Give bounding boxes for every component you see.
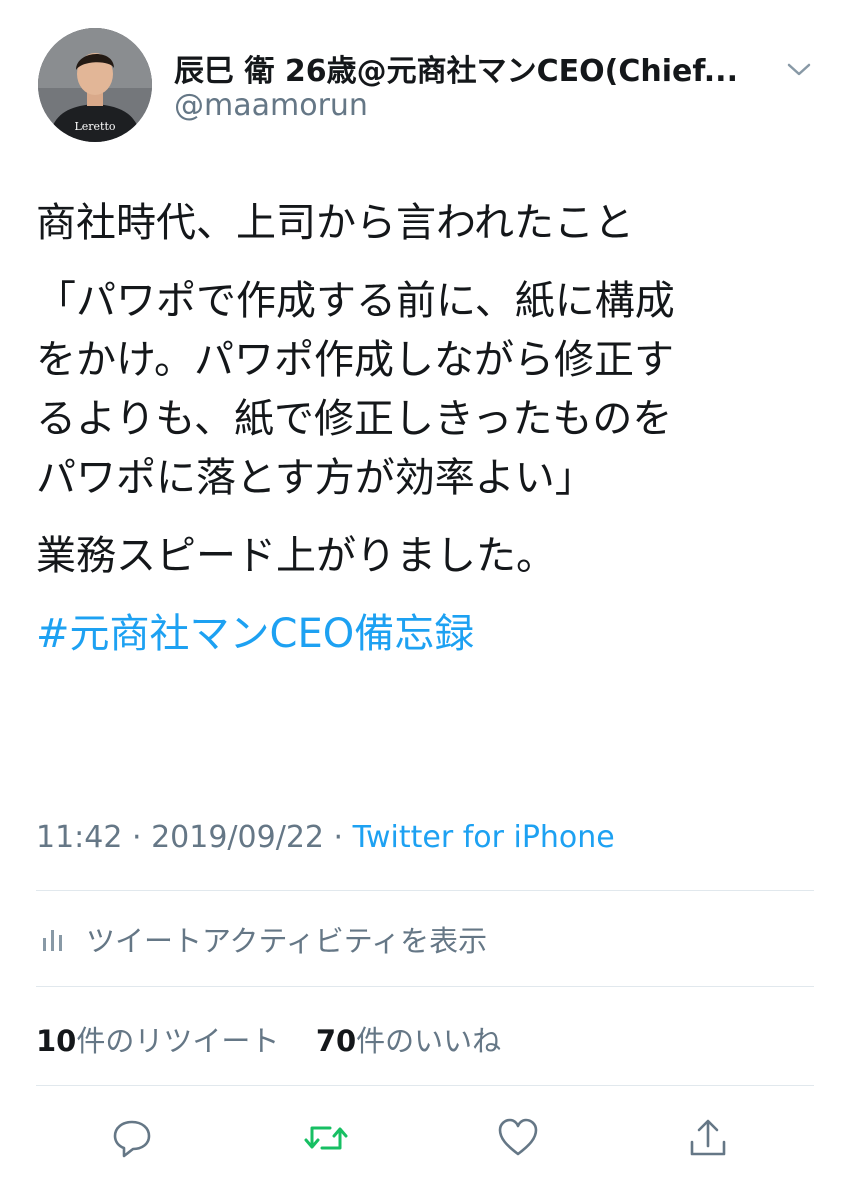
share-icon[interactable] [684,1114,732,1162]
tweet-meta: 11:42 · 2019/09/22 · Twitter for iPhone [36,820,615,855]
meta-separator: · [324,820,353,855]
divider [36,890,814,891]
heart-icon[interactable] [494,1114,542,1162]
retweet-icon[interactable] [302,1114,350,1162]
tweet-detail: Leretto 辰巳 衛 26歳@元商社マンCEO(Chief... @maam… [0,0,844,1200]
divider [36,1085,814,1086]
avatar-shirt-text: Leretto [74,120,115,133]
display-name[interactable]: 辰巳 衛 26歳@元商社マンCEO(Chief... [174,46,738,90]
retweet-count: 10 [36,1024,77,1058]
like-label: 件のいいね [356,1024,502,1058]
tweet-stats: 10件のリツイート 70件のいいね [36,1018,501,1060]
tweet-activity-link[interactable]: ツイートアクティビティを表示 [40,918,487,960]
chevron-down-icon[interactable] [784,60,814,80]
tweet-line: 業務スピード上がりました。 [36,533,556,579]
tweet-date: 2019/09/22 [151,820,324,855]
hashtag-link[interactable]: #元商社マンCEO備忘録 [36,605,816,664]
tweet-text: 商社時代、上司から言われたこと 「パワポで作成する前に、紙に構成 をかけ。パワポ… [36,194,816,664]
tweet-line: をかけ。パワポ作成しながら修正す [36,337,674,383]
retweet-label: 件のリツイート [76,1024,280,1058]
likes-stat[interactable]: 70件のいいね [316,1024,501,1058]
retweets-stat[interactable]: 10件のリツイート [36,1024,279,1058]
action-bar [0,1108,844,1168]
tweet-line: 「パワポで作成する前に、紙に構成 [36,278,675,324]
user-handle[interactable]: @maamorun [174,88,368,123]
reply-icon[interactable] [108,1114,156,1162]
tweet-activity-label: ツイートアクティビティを表示 [86,924,488,958]
meta-separator: · [122,820,152,855]
avatar[interactable]: Leretto [38,28,152,142]
avatar-photo: Leretto [38,28,152,142]
tweet-line: 商社時代、上司から言われたこと [36,200,634,246]
divider [36,986,814,987]
tweet-line: パワポに落とす方が効率よい」 [36,455,595,501]
like-count: 70 [315,1024,357,1058]
tweet-time: 11:42 [36,820,123,855]
bar-chart-icon [43,930,62,951]
tweet-line: るよりも、紙で修正しきったものを [36,396,673,442]
tweet-source-link[interactable]: Twitter for iPhone [353,820,615,855]
